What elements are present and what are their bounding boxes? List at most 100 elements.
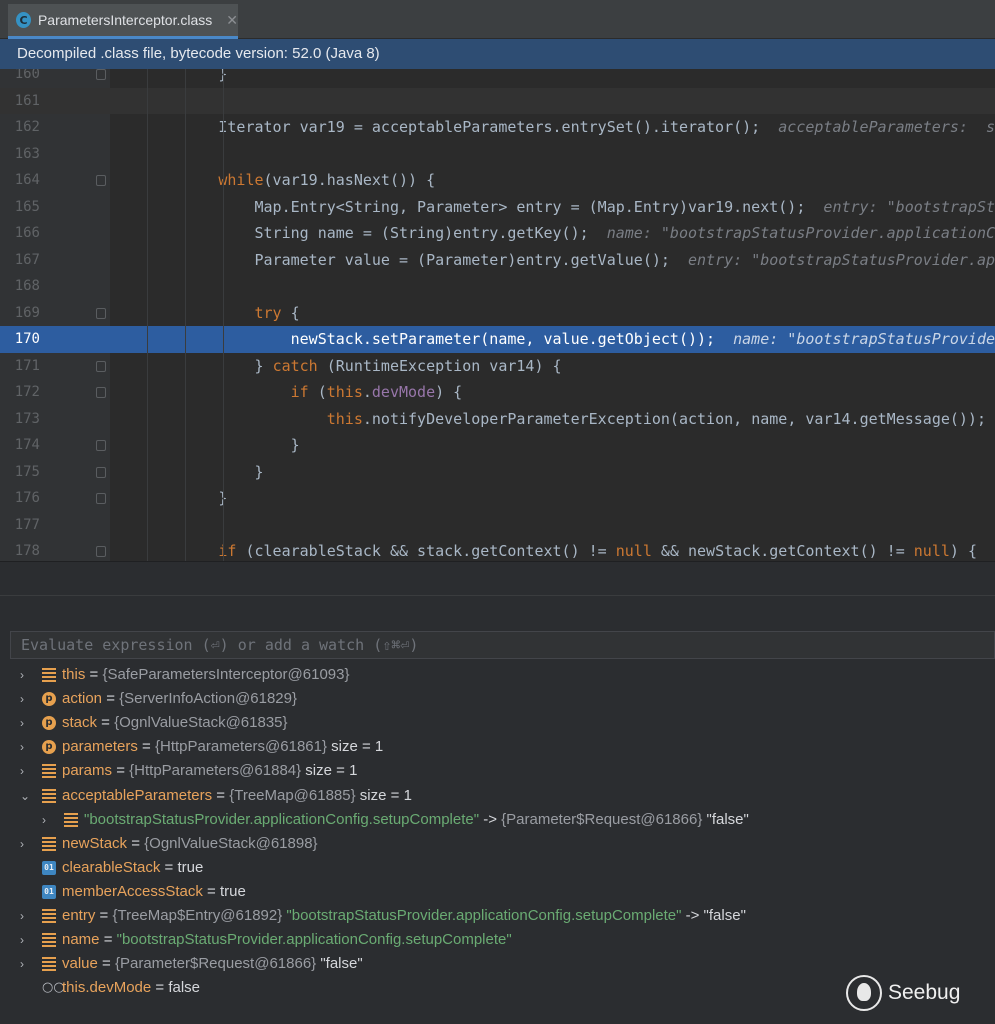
fold-marker-icon[interactable] <box>96 307 106 319</box>
line-number[interactable]: 174 <box>0 432 40 459</box>
code-text: } <box>110 69 227 88</box>
evaluate-expression-input[interactable]: Evaluate expression (⏎) or add a watch (… <box>10 631 995 659</box>
variable-row[interactable]: › params = {HttpParameters@61884} size = … <box>20 759 995 783</box>
code-line[interactable]: 174 } <box>0 432 995 459</box>
line-number[interactable]: 178 <box>0 538 40 561</box>
line-number[interactable]: 175 <box>0 459 40 486</box>
line-number[interactable]: 171 <box>0 353 40 380</box>
line-number[interactable]: 167 <box>0 247 40 274</box>
code-text: Map.Entry<String, Parameter> entry = (Ma… <box>110 194 995 221</box>
chevron-right-icon[interactable]: › <box>20 904 32 928</box>
code-line[interactable]: 162 Iterator var19 = acceptableParameter… <box>0 114 995 141</box>
code-line[interactable]: 173 this.notifyDeveloperParameterExcepti… <box>0 406 995 433</box>
panel-splitter[interactable] <box>0 561 995 627</box>
code-line[interactable]: 166 String name = (String)entry.getKey()… <box>0 220 995 247</box>
line-number[interactable]: 164 <box>0 167 40 194</box>
variable-name: clearableStack <box>62 858 161 876</box>
indent-guide <box>223 69 224 561</box>
variable-row[interactable]: ⌄ acceptableParameters = {TreeMap@61885} … <box>20 784 995 808</box>
chevron-right-icon[interactable]: › <box>20 735 32 759</box>
code-line[interactable]: 170 newStack.setParameter(name, value.ge… <box>0 326 995 353</box>
fold-marker-icon[interactable] <box>96 69 106 80</box>
chevron-right-icon[interactable]: › <box>20 952 32 976</box>
code-token: } <box>110 462 264 481</box>
fold-marker-icon[interactable] <box>96 387 106 398</box>
line-number[interactable]: 165 <box>0 194 40 221</box>
variable-value: "bootstrapStatusProvider.applicationConf… <box>282 907 682 924</box>
fold-marker-icon[interactable] <box>96 546 106 557</box>
close-icon[interactable]: ✕ <box>226 12 238 29</box>
code-line[interactable]: 164 while(var19.hasNext()) { <box>0 167 995 194</box>
line-number[interactable]: 162 <box>0 114 40 141</box>
chevron-right-icon[interactable]: › <box>42 808 54 832</box>
variable-row[interactable]: › p stack = {OgnlValueStack@61835} <box>20 711 995 735</box>
seebug-logo-icon <box>846 975 882 1011</box>
code-line[interactable]: 175 } <box>0 459 995 486</box>
code-line[interactable]: 168 <box>0 273 995 300</box>
inline-debug-hint: name: "bootstrapStatusProvider.applicati… <box>588 224 995 242</box>
code-line[interactable]: 177 <box>0 512 995 539</box>
variable-row[interactable]: › p action = {ServerInfoAction@61829} <box>20 687 995 711</box>
code-line[interactable]: 163 <box>0 141 995 168</box>
code-editor[interactable]: 160 } 161 162 Iterator var19 = acceptableP… <box>0 69 995 561</box>
variable-row[interactable]: › this = {SafeParametersInterceptor@61093… <box>20 663 995 687</box>
fold-marker-icon[interactable] <box>96 466 106 478</box>
fold-marker-icon[interactable] <box>96 493 106 504</box>
variable-row[interactable]: › value = {Parameter$Request@61866} "fals… <box>20 952 995 976</box>
variable-value: = <box>97 955 115 973</box>
variable-row[interactable]: › p parameters = {HttpParameters@61861} si… <box>20 735 995 759</box>
variable-row[interactable]: › newStack = {OgnlValueStack@61898} <box>20 832 995 856</box>
inline-debug-hint: entry: "bootstrapStatusProvider.ap <box>669 250 995 269</box>
code-line[interactable]: 178 if (clearableStack && stack.getConte… <box>0 538 995 561</box>
boolean-icon: 01 <box>42 884 56 899</box>
inline-debug-hint: name: "bootstrapStatusProvide <box>715 330 995 348</box>
code-line[interactable]: 176 } <box>0 485 995 512</box>
code-line[interactable]: 169 try { <box>0 300 995 327</box>
code-token: .notifyDeveloperParameterException(actio… <box>362 409 986 428</box>
variable-row[interactable]: 01 memberAccessStack = true <box>20 880 995 904</box>
line-number[interactable]: 161 <box>0 88 40 115</box>
line-number[interactable]: 170 <box>0 326 40 353</box>
chevron-right-icon[interactable]: › <box>20 832 32 856</box>
line-number[interactable]: 166 <box>0 220 40 247</box>
code-text: newStack.setParameter(name, value.getObj… <box>110 326 995 353</box>
code-line[interactable]: 161 <box>0 87 995 115</box>
line-number[interactable]: 163 <box>0 141 40 168</box>
line-number[interactable]: 160 <box>0 69 40 88</box>
variable-row[interactable]: › entry = {TreeMap$Entry@61892} "bootstra… <box>20 904 995 928</box>
code-line[interactable]: 165 Map.Entry<String, Parameter> entry =… <box>0 194 995 221</box>
line-number[interactable]: 168 <box>0 273 40 300</box>
line-number[interactable]: 169 <box>0 300 40 327</box>
line-number[interactable]: 177 <box>0 512 40 539</box>
chevron-right-icon[interactable]: › <box>20 687 32 711</box>
fold-marker-icon[interactable] <box>96 440 106 451</box>
code-line[interactable]: 160 } <box>0 69 995 88</box>
code-line[interactable]: 167 Parameter value = (Parameter)entry.g… <box>0 247 995 274</box>
chevron-down-icon[interactable]: ⌄ <box>20 784 32 808</box>
class-file-icon: C <box>16 12 31 28</box>
variable-text: newStack = {OgnlValueStack@61898} <box>62 832 318 856</box>
code-line[interactable]: 171 } catch (RuntimeException var14) { <box>0 353 995 380</box>
chevron-right-icon[interactable]: › <box>20 663 32 687</box>
field-icon <box>42 957 56 972</box>
chevron-right-icon[interactable]: › <box>20 759 32 783</box>
inline-debug-hint: acceptableParameters: s <box>760 118 995 136</box>
fold-marker-icon[interactable] <box>96 175 106 186</box>
code-text: this.notifyDeveloperParameterException(a… <box>110 406 986 433</box>
indent-guide <box>147 69 148 561</box>
chevron-right-icon[interactable]: › <box>20 711 32 735</box>
code-line[interactable]: 172 if (this.devMode) { <box>0 379 995 406</box>
variable-value: = <box>95 907 113 924</box>
variable-text: memberAccessStack = true <box>62 880 246 904</box>
chevron-right-icon[interactable]: › <box>20 928 32 952</box>
fold-marker-icon[interactable] <box>96 360 106 372</box>
variable-row[interactable]: › "bootstrapStatusProvider.applicationCon… <box>42 808 995 832</box>
line-number[interactable]: 176 <box>0 485 40 512</box>
tab-parameters-interceptor[interactable]: C ParametersInterceptor.class ✕ <box>8 4 238 39</box>
variable-row[interactable]: › name = "bootstrapStatusProvider.applica… <box>20 928 995 952</box>
variable-row[interactable]: 01 clearableStack = true <box>20 856 995 880</box>
line-number[interactable]: 173 <box>0 406 40 433</box>
variable-text: clearableStack = true <box>62 856 203 880</box>
line-number[interactable]: 172 <box>0 379 40 406</box>
